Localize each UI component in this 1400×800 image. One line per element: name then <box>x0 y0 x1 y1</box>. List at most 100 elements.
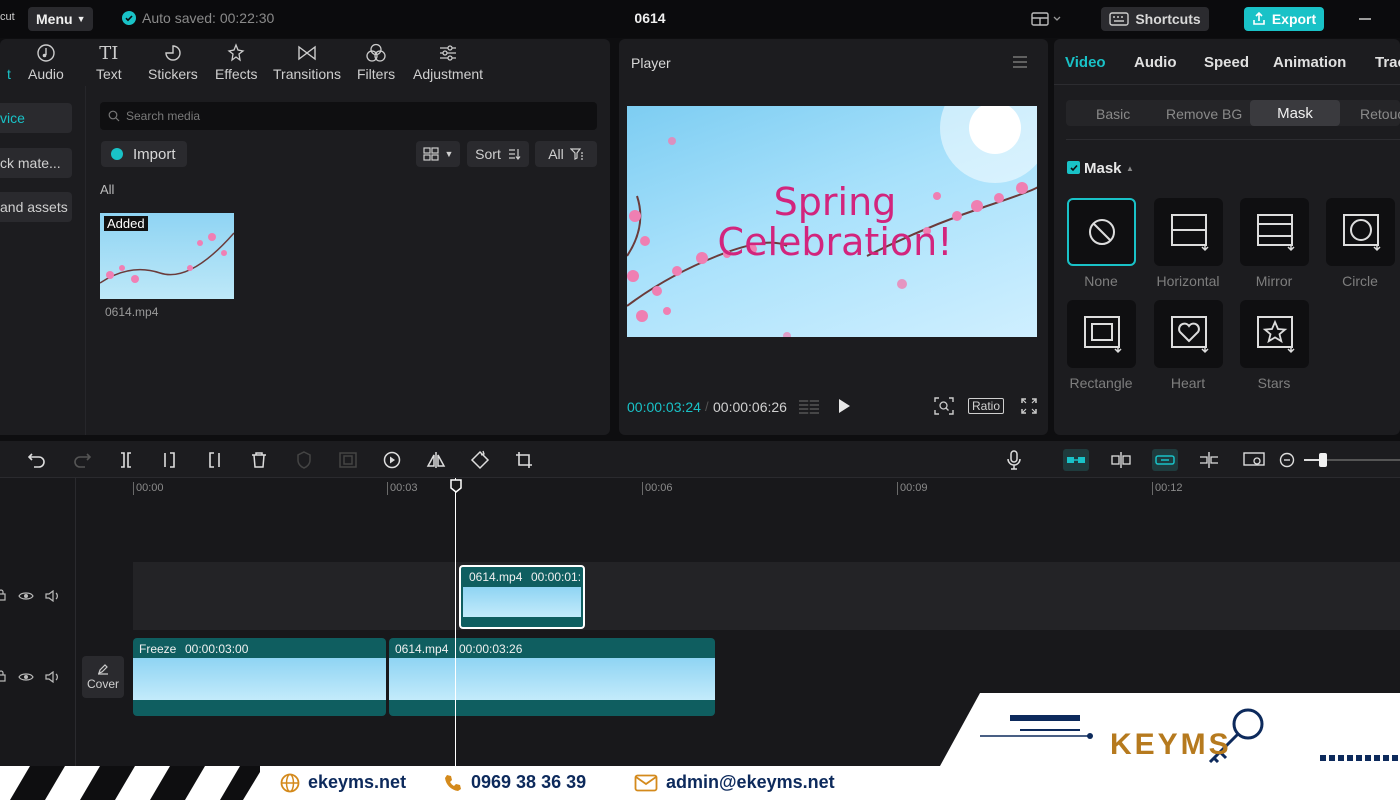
freeze-frame-icon[interactable] <box>337 449 359 471</box>
playhead-line[interactable] <box>455 478 456 800</box>
footer-phone[interactable]: 0969 38 36 39 <box>443 772 586 793</box>
toolbar-audio[interactable]: Audio <box>28 42 64 82</box>
rotate-icon[interactable] <box>469 449 491 471</box>
toolbar-transitions[interactable]: Transitions <box>273 42 341 82</box>
ratio-button[interactable]: Ratio <box>968 398 1005 414</box>
lock-icon[interactable] <box>0 670 6 682</box>
import-button[interactable]: Import <box>101 141 187 167</box>
mask-checkbox[interactable] <box>1067 161 1080 174</box>
eye-icon[interactable] <box>18 590 34 602</box>
play-icon[interactable] <box>837 398 851 414</box>
footer-email[interactable]: admin@ekeyms.net <box>634 772 835 793</box>
toolbar-stickers[interactable]: Stickers <box>148 42 198 82</box>
play-circle-icon[interactable] <box>381 449 403 471</box>
overlay-clip[interactable]: 0614.mp4 00:00:01: <box>459 565 585 629</box>
shield-icon[interactable] <box>293 449 315 471</box>
footer-stripes <box>0 766 260 800</box>
split-icon[interactable] <box>115 449 137 471</box>
thumbnail-toggle-icon[interactable] <box>1243 449 1265 471</box>
toolbar-audio-label: Audio <box>28 66 64 82</box>
chevron-down-icon: ▼ <box>76 14 86 24</box>
tab-animation[interactable]: Animation <box>1273 54 1346 71</box>
mirror-icon[interactable] <box>425 449 447 471</box>
sort-button[interactable]: Sort <box>467 141 529 167</box>
auto-snap-icon[interactable] <box>1110 449 1132 471</box>
mask-option-none[interactable] <box>1067 198 1136 266</box>
lock-icon[interactable] <box>0 589 6 601</box>
redo-icon[interactable] <box>71 449 93 471</box>
subtab-basic[interactable]: Basic <box>1096 106 1130 122</box>
footer-website[interactable]: ekeyms.net <box>280 772 406 793</box>
shortcuts-button[interactable]: Shortcuts <box>1101 7 1209 31</box>
main-track-magnet-icon[interactable] <box>1063 449 1089 471</box>
playhead-handle[interactable] <box>450 479 462 493</box>
filter-circles-icon <box>365 42 387 64</box>
toolbar-text[interactable]: TI Text <box>96 42 122 83</box>
preview-axis-icon[interactable] <box>1198 449 1220 471</box>
chevron-up-icon[interactable]: ▲ <box>1126 164 1134 173</box>
view-mode-button[interactable]: ▼ <box>416 141 460 167</box>
website-text: ekeyms.net <box>308 772 407 792</box>
export-button[interactable]: Export <box>1244 7 1324 31</box>
clip-thumbnails <box>133 658 386 700</box>
main-video-clip[interactable]: 0614.mp4 00:00:03:26 <box>389 638 715 716</box>
logo-text: KEYMS <box>1110 728 1232 761</box>
tab-audio[interactable]: Audio <box>1134 54 1177 71</box>
zoom-out-icon[interactable] <box>1276 449 1298 471</box>
total-timecode: 00:00:06:26 <box>713 399 787 415</box>
mask-option-rectangle[interactable] <box>1067 300 1136 368</box>
cover-button[interactable]: Cover <box>82 656 124 698</box>
layout-icon[interactable] <box>1031 11 1061 27</box>
search-input[interactable]: Search media <box>100 102 597 130</box>
eye-icon[interactable] <box>18 671 34 683</box>
sticker-icon <box>162 42 184 64</box>
freeze-clip[interactable]: Freeze 00:00:03:00 <box>133 638 386 716</box>
mask-option-circle[interactable] <box>1326 198 1395 266</box>
toolbar-media[interactable]: t <box>0 42 20 82</box>
zoom-slider-fill <box>1304 459 1320 461</box>
speaker-icon[interactable] <box>45 590 61 602</box>
toolbar-filters[interactable]: Filters <box>357 42 395 82</box>
toolbar-effects-label: Effects <box>215 66 258 82</box>
subtab-mask[interactable]: Mask <box>1250 100 1340 126</box>
fullscreen-icon[interactable] <box>1021 398 1037 414</box>
added-badge: Added <box>104 216 148 231</box>
toolbar-transitions-label: Transitions <box>273 66 341 82</box>
menu-button[interactable]: Menu ▼ <box>28 7 94 31</box>
hamburger-icon[interactable] <box>1012 55 1028 69</box>
tab-video[interactable]: Video <box>1065 54 1106 71</box>
player-title: Player <box>631 55 671 71</box>
zoom-fit-icon[interactable] <box>934 397 954 415</box>
trim-left-icon[interactable] <box>159 449 181 471</box>
minimize-icon[interactable] <box>1358 12 1372 26</box>
undo-icon[interactable] <box>26 449 48 471</box>
menu-label: Menu <box>36 11 73 27</box>
subtab-retouch[interactable]: Retouc <box>1360 106 1400 122</box>
speaker-icon[interactable] <box>45 671 61 683</box>
tab-tracking[interactable]: Trac <box>1375 54 1400 71</box>
mask-option-heart[interactable] <box>1154 300 1223 368</box>
mask-option-stars[interactable] <box>1240 300 1309 368</box>
filter-all-button[interactable]: All <box>535 141 597 167</box>
subtab-remove-bg[interactable]: Remove BG <box>1166 106 1242 122</box>
delete-icon[interactable] <box>248 449 270 471</box>
linkage-icon[interactable] <box>1152 449 1178 471</box>
waveform-icon[interactable] <box>797 398 821 414</box>
mask-option-horizontal[interactable] <box>1154 198 1223 266</box>
sidebar-item-stock-material[interactable]: ck mate... <box>0 148 72 178</box>
crop-icon[interactable] <box>513 449 535 471</box>
zoom-slider-thumb[interactable] <box>1319 453 1327 467</box>
email-text: admin@ekeyms.net <box>666 772 835 792</box>
mask-name-stars: Stars <box>1257 375 1291 391</box>
ruler-tick-label: 00:03 <box>387 482 418 495</box>
sidebar-item-brand-assets[interactable]: and assets <box>0 192 72 222</box>
phone-icon <box>443 773 463 793</box>
toolbar-adjustment[interactable]: Adjustment <box>413 42 483 82</box>
mask-option-mirror[interactable] <box>1240 198 1309 266</box>
trim-right-icon[interactable] <box>203 449 225 471</box>
mask-name-mirror: Mirror <box>1255 273 1293 289</box>
tab-speed[interactable]: Speed <box>1204 54 1249 71</box>
toolbar-effects[interactable]: Effects <box>215 42 258 82</box>
sidebar-item-device[interactable]: vice <box>0 103 72 133</box>
microphone-icon[interactable] <box>1003 449 1025 471</box>
